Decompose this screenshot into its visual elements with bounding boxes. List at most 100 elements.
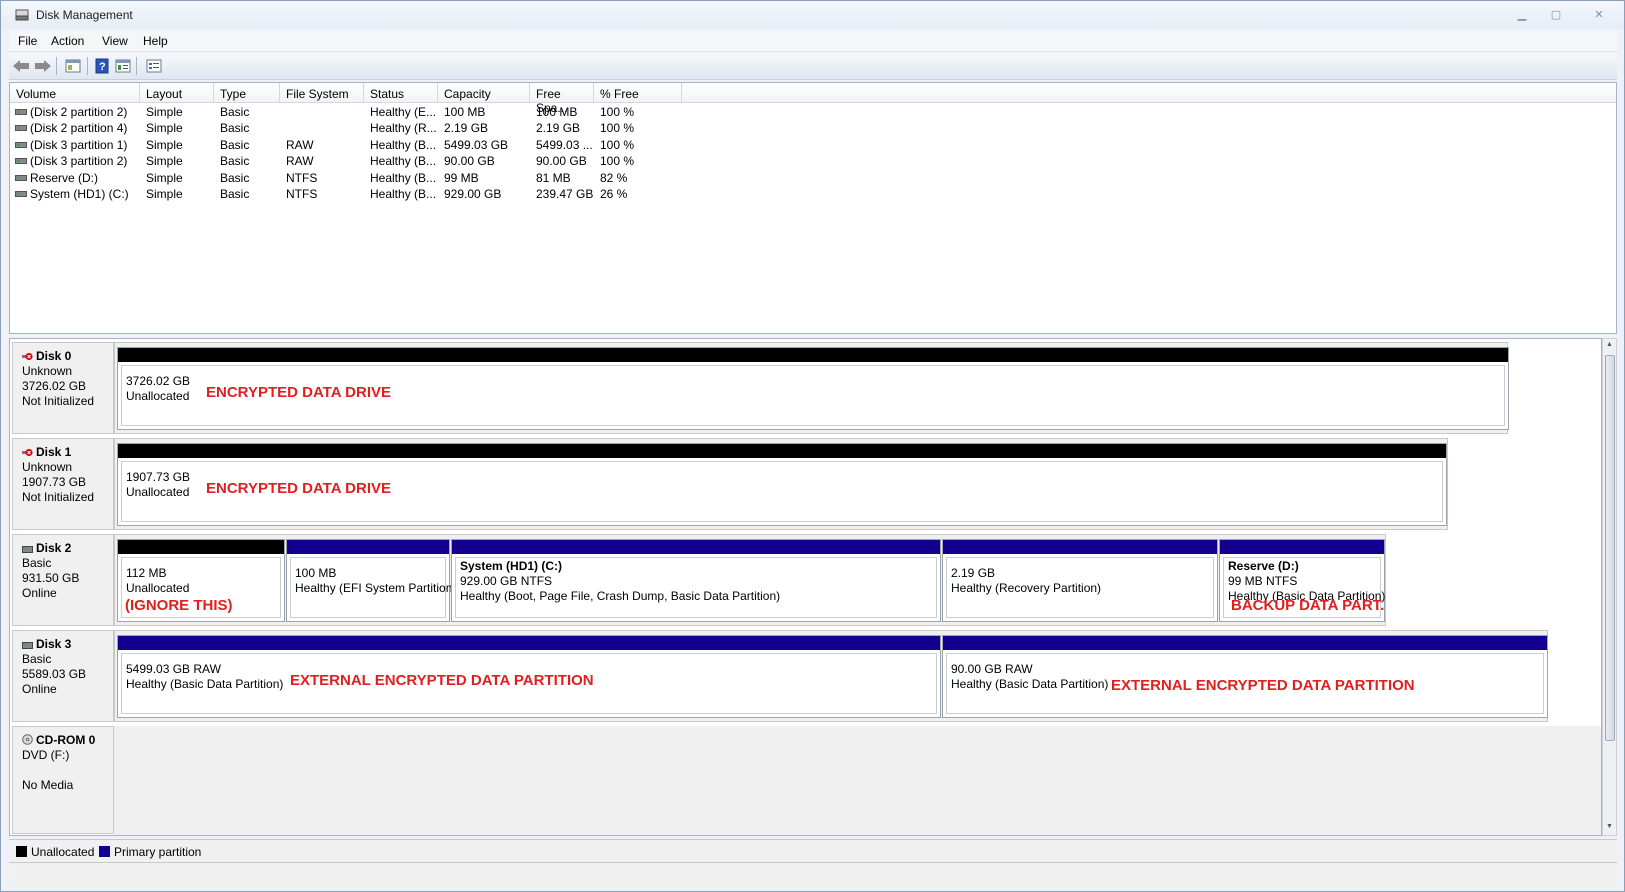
volume-cell-pct: 100 % (600, 105, 635, 119)
unallocated-swatch (16, 846, 27, 857)
volume-row[interactable]: (Disk 2 partition 2) Simple Basic Healthy (… (10, 104, 710, 121)
scroll-down-icon[interactable]: ▼ (1606, 823, 1613, 830)
uninitialized-disk-icon (22, 350, 33, 361)
disk-label[interactable]: Disk 1 Unknown 1907.73 GB Not Initialized (12, 438, 114, 530)
partition-status: Healthy (Basic Data Partition) (126, 677, 284, 691)
disk-name: Disk 2 (22, 541, 113, 556)
unallocated-region[interactable]: 1907.73 GB Unallocated ENCRYPTED DATA DRIV… (117, 443, 1447, 526)
col-status[interactable]: Status (364, 83, 438, 103)
show-hide-console-tree-icon[interactable] (64, 58, 82, 74)
disk-row: Disk 0 Unknown 3726.02 GB Not Initialized 37… (10, 339, 1601, 435)
menu-view[interactable]: View (102, 34, 128, 48)
disk-label[interactable]: Disk 0 Unknown 3726.02 GB Not Initialized (12, 342, 114, 434)
menu-help[interactable]: Help (143, 34, 168, 48)
view-list-icon[interactable] (145, 58, 163, 74)
volume-row[interactable]: (Disk 2 partition 4) Simple Basic Healthy (… (10, 120, 710, 137)
menu-action[interactable]: Action (51, 34, 84, 48)
forward-arrow-icon[interactable] (34, 58, 52, 74)
volume-row[interactable]: (Disk 3 partition 2) Simple Basic RAW Health… (10, 153, 710, 170)
scroll-thumb[interactable] (1605, 355, 1615, 741)
primary-partition-bar (943, 636, 1547, 650)
properties-icon[interactable] (114, 58, 132, 74)
partition-block[interactable]: 5499.03 GB RAW Healthy (Basic Data Partit… (117, 635, 941, 718)
annotation-note: ENCRYPTED DATA DRIVE (206, 480, 392, 497)
volume-cell-status: Healthy (R... (370, 121, 437, 136)
primary-partition-bar (452, 540, 940, 554)
disk-icon (22, 542, 33, 553)
disk-name-text: Disk 2 (36, 541, 72, 555)
uninitialized-disk-icon (22, 446, 33, 457)
disk-state: Online (22, 682, 57, 696)
volume-cell-type: Basic (220, 105, 250, 119)
volume-row[interactable]: (Disk 3 partition 1) Simple Basic RAW Health… (10, 137, 710, 154)
disk-state: Not Initialized (22, 490, 95, 504)
volume-cell-pct: 26 % (600, 187, 628, 201)
disk-size: 1907.73 GB (22, 475, 87, 489)
minimize-button[interactable]: ▁ (1509, 5, 1535, 23)
disk-name: Disk 0 (22, 349, 113, 364)
col-volume[interactable]: Volume (10, 83, 140, 103)
maximize-button[interactable]: ▢ (1543, 5, 1569, 23)
volume-cell-status: Healthy (B... (370, 154, 437, 169)
partition-block[interactable]: System (HD1) (C:) 929.00 GB NTFS Healthy (… (451, 539, 941, 622)
disk-track: 1907.73 GB Unallocated ENCRYPTED DATA DRIV… (114, 438, 1448, 530)
close-button[interactable]: ✕ (1581, 5, 1617, 23)
disk-label[interactable]: Disk 2 Basic 931.50 GB Online (12, 534, 114, 626)
disk-label[interactable]: CD-ROM 0 DVD (F:) No Media (12, 726, 114, 834)
partition-block[interactable]: 100 MB Healthy (EFI System Partition) (286, 539, 456, 622)
disk-state: No Media (22, 778, 74, 792)
svg-text:?: ? (99, 61, 106, 73)
graph-vertical-scrollbar[interactable]: ▲ ▼ (1602, 338, 1617, 836)
partition-size: 929.00 GB NTFS (460, 574, 553, 588)
volume-cell-fs: NTFS (286, 187, 318, 201)
volume-cell-status: Healthy (B... (370, 170, 437, 185)
annotation-note: BACKUP DATA PART. (1231, 597, 1385, 614)
volume-cell-type: Basic (220, 154, 250, 169)
col-percent-free[interactable]: % Free (594, 83, 682, 103)
scroll-up-icon[interactable]: ▲ (1606, 341, 1613, 348)
col-capacity[interactable]: Capacity (438, 83, 530, 103)
disk-label[interactable]: Disk 3 Basic 5589.03 GB Online (12, 630, 114, 722)
volume-cell-capacity: 929.00 GB (444, 187, 502, 201)
partition-text: System (HD1) (C:) 929.00 GB NTFS Healthy (… (460, 559, 780, 604)
disk-kind: Basic (22, 556, 52, 570)
partition-text: 1907.73 GB Unallocated (126, 470, 190, 500)
disk-state: Not Initialized (22, 394, 95, 408)
partition-text: 112 MB Unallocated (126, 566, 189, 596)
volume-cell-type: Basic (220, 187, 250, 201)
disk-icon (22, 638, 33, 649)
volume-drive-icon (15, 174, 27, 181)
menu-file[interactable]: File (18, 34, 37, 48)
volume-cell-free: 90.00 GB (536, 154, 587, 169)
volume-cell-layout: Simple (146, 170, 183, 185)
title-bar: Disk Management ▁ ▢ ✕ (1, 1, 1624, 29)
partition-text: 90.00 GB RAW Healthy (Basic Data Partitio… (951, 662, 1108, 692)
partition-block[interactable]: Reserve (D:) 99 MB NTFS Healthy (Basic Dat… (1219, 539, 1385, 622)
volume-row[interactable]: Reserve (D:) Simple Basic NTFS Healthy (B...… (10, 170, 710, 187)
disk-track-empty (114, 726, 1601, 835)
partition-block[interactable]: 90.00 GB RAW Healthy (Basic Data Partitio… (942, 635, 1548, 718)
volume-cell-volume: Reserve (D:) (30, 170, 99, 185)
col-layout[interactable]: Layout (140, 83, 214, 103)
unallocated-region[interactable]: 112 MB Unallocated (IGNORE THIS) (117, 539, 285, 622)
partition-block[interactable]: 2.19 GB Healthy (Recovery Partition) (942, 539, 1218, 622)
unallocated-region[interactable]: 3726.02 GB Unallocated ENCRYPTED DATA DRIV… (117, 347, 1509, 430)
volume-cell-free: 100 MB (536, 105, 578, 119)
annotation-note: (IGNORE THIS) (125, 597, 233, 614)
volume-cell-volume: System (HD1) (C:) (30, 187, 129, 201)
volume-cell-fs: RAW (286, 154, 314, 169)
volume-cell-type: Basic (220, 121, 250, 136)
volume-cell-free: 2.19 GB (536, 121, 581, 136)
back-arrow-icon[interactable] (12, 58, 30, 74)
partition-size: 99 MB NTFS (1228, 574, 1298, 588)
col-free-space[interactable]: Free Spa... (530, 83, 594, 115)
help-icon[interactable]: ? (93, 58, 111, 74)
disk-name-text: Disk 0 (36, 349, 72, 363)
col-file-system[interactable]: File System (280, 83, 364, 103)
col-type[interactable]: Type (214, 83, 280, 103)
disk-track: 3726.02 GB Unallocated ENCRYPTED DATA DRIV… (114, 342, 1509, 434)
primary-partition-bar (118, 636, 940, 650)
volume-cell-fs: NTFS (286, 170, 318, 185)
volume-row[interactable]: System (HD1) (C:) Simple Basic NTFS Healthy … (10, 186, 710, 203)
partition-status: Unallocated (126, 389, 190, 403)
